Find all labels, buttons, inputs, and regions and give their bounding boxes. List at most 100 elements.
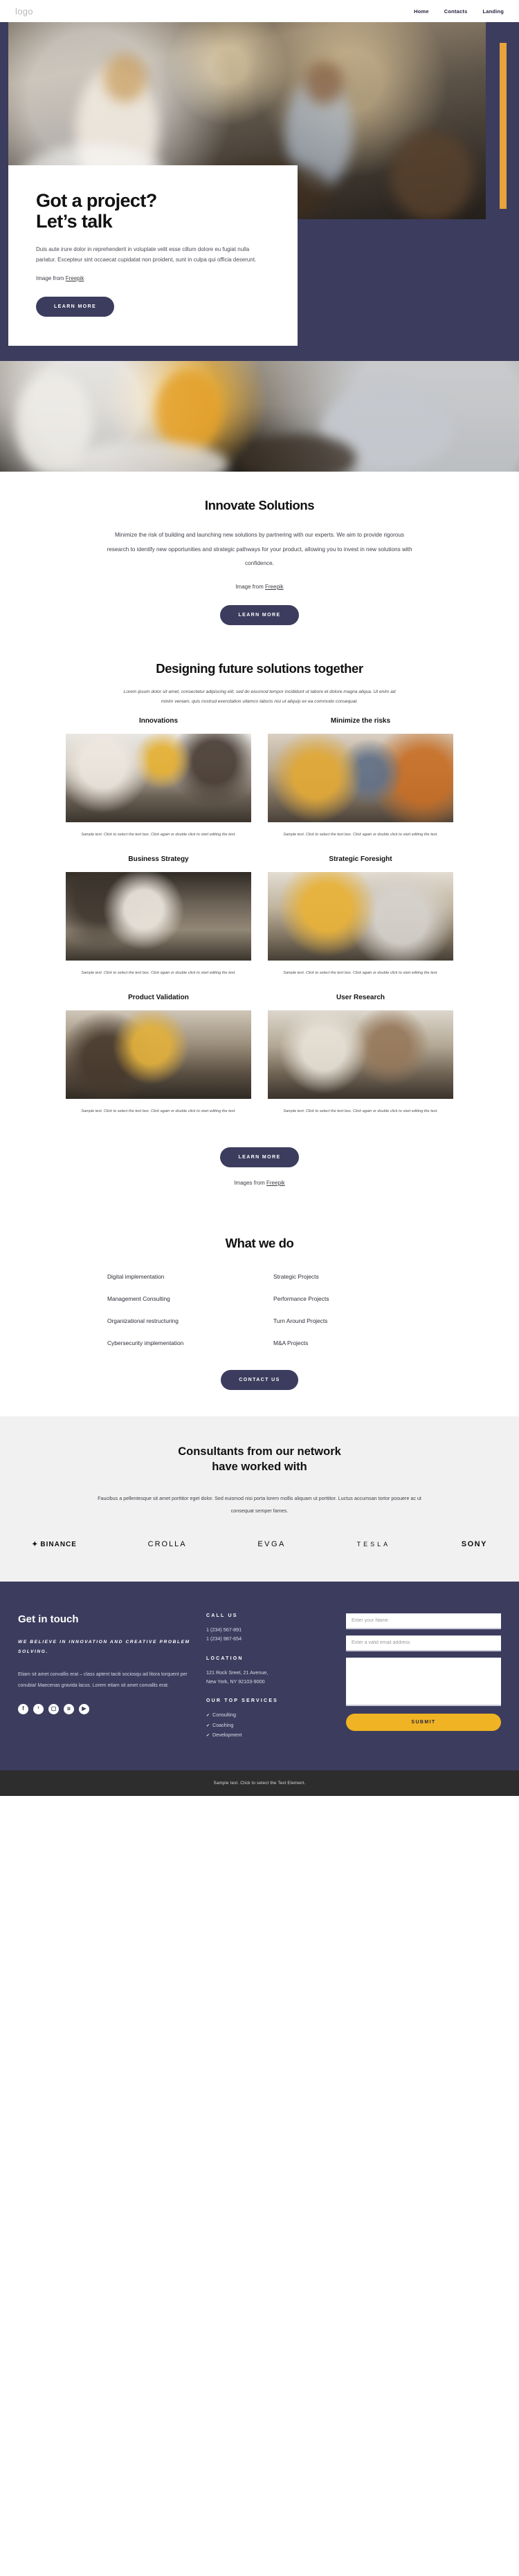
card-title: User Research: [336, 994, 385, 1002]
phone-number-2[interactable]: 1 (234) 987-654: [206, 1634, 331, 1643]
designing-credit-link[interactable]: Freepik: [266, 1180, 285, 1186]
partner-logo-label: BINANCE: [40, 1540, 77, 1548]
service-item[interactable]: Organizational restructuring: [107, 1317, 246, 1324]
card[interactable]: User Research Sample text. Click to sele…: [268, 994, 453, 1115]
twitter-icon[interactable]: ᵗ: [33, 1703, 44, 1714]
card[interactable]: Product Validation Sample text. Click to…: [66, 994, 251, 1115]
vk-icon[interactable]: в: [64, 1703, 74, 1714]
card-caption: Sample text. Click to select the text bo…: [81, 833, 236, 837]
hero-image-shape: [104, 53, 147, 102]
contact-form: SUBMIT: [346, 1613, 501, 1752]
nav-link-home[interactable]: Home: [414, 8, 429, 15]
binance-diamond-icon: ✦: [32, 1540, 39, 1548]
partners-title-line-1: Consultants from our network: [178, 1445, 341, 1458]
innovate-credit-link[interactable]: Freepik: [265, 584, 284, 590]
band-image-shape: [156, 369, 221, 453]
card-title: Minimize the risks: [330, 717, 391, 725]
service-item[interactable]: Turn Around Projects: [273, 1317, 412, 1324]
service-item[interactable]: Digital implementation: [107, 1273, 246, 1280]
footer-services-block: OUR TOP SERVICES Consulting Coaching Dev…: [206, 1698, 331, 1740]
facebook-icon[interactable]: f: [18, 1703, 28, 1714]
instagram-icon[interactable]: ▢: [48, 1703, 59, 1714]
hero-title-line-2: Let’s talk: [36, 211, 113, 232]
card[interactable]: Innovations Sample text. Click to select…: [66, 717, 251, 839]
footer-title: Get in touch: [18, 1613, 79, 1626]
submit-button[interactable]: SUBMIT: [346, 1714, 501, 1732]
address-line-2: New York, NY 92103-9000: [206, 1678, 265, 1685]
card-image: [66, 872, 251, 961]
footer-text: Etiam sit amet convallis erat – class ap…: [18, 1671, 188, 1688]
what-we-do-title: What we do: [225, 1235, 294, 1250]
card-caption: Sample text. Click to select the text bo…: [81, 1109, 236, 1114]
contact-us-button[interactable]: CONTACT US: [221, 1369, 298, 1390]
what-we-do-section: What we do Digital implementation Strate…: [0, 1212, 519, 1416]
footer-service-item[interactable]: Coaching: [206, 1721, 331, 1730]
innovate-learn-more-button[interactable]: LEARN MORE: [220, 604, 299, 625]
site-footer: Get in touch WE BELIEVE IN INNOVATION AN…: [0, 1582, 519, 1771]
social-links: f ᵗ ▢ в ▶: [18, 1703, 191, 1714]
hero-credit-link[interactable]: Freepik: [66, 275, 84, 281]
card-image: [268, 872, 453, 961]
card-caption: Sample text. Click to select the text bo…: [283, 833, 438, 837]
footer-service-item[interactable]: Consulting: [206, 1710, 331, 1720]
youtube-icon[interactable]: ▶: [79, 1703, 89, 1714]
partner-logo-label: SONY: [461, 1540, 487, 1549]
service-item[interactable]: Cybersecurity implementation: [107, 1340, 246, 1346]
name-input[interactable]: [346, 1613, 501, 1630]
location-heading: LOCATION: [206, 1656, 244, 1661]
hero-credit-prefix: Image from: [36, 275, 66, 282]
card[interactable]: Minimize the risks Sample text. Click to…: [268, 717, 453, 839]
footer-service-item[interactable]: Development: [206, 1730, 331, 1740]
hero-learn-more-button[interactable]: LEARN MORE: [36, 297, 115, 317]
card-title: Strategic Foresight: [329, 855, 392, 864]
card-image: [66, 1010, 251, 1100]
service-item[interactable]: Strategic Projects: [273, 1273, 412, 1280]
designing-credit-prefix: Images from: [234, 1179, 266, 1186]
partner-logo-label: TESLA: [356, 1541, 391, 1548]
card-image: [268, 1010, 453, 1100]
partners-title-line-2: have worked with: [212, 1461, 307, 1474]
innovate-paragraph: Minimize the risk of building and launch…: [107, 532, 412, 567]
phone-number-1[interactable]: 1 (234) 567-891: [206, 1625, 331, 1634]
feature-band-image: [0, 361, 519, 472]
hero-image-credit: Image from Freepik: [36, 275, 270, 281]
hero-title: Got a project? Let’s talk: [36, 190, 270, 232]
card[interactable]: Strategic Foresight Sample text. Click t…: [268, 855, 453, 977]
card-title: Business Strategy: [128, 855, 189, 864]
card-title: Innovations: [138, 717, 179, 725]
address-line-1: 121 Rock Sreet, 21 Avenue,: [206, 1669, 268, 1676]
hero-paragraph: Duis aute irure dolor in reprehenderit i…: [36, 246, 257, 263]
footer-slogan: WE BELIEVE IN INNOVATION AND CREATIVE PR…: [18, 1640, 190, 1654]
designing-learn-more-button[interactable]: LEARN MORE: [220, 1147, 299, 1167]
partner-logo-tesla: TESLA: [357, 1541, 391, 1548]
innovate-title: Innovate Solutions: [204, 498, 315, 513]
site-header: logo Home Contacts Landing: [0, 0, 519, 22]
innovate-image-credit: Image from Freepik: [28, 584, 491, 590]
partner-logo-sony: SONY: [462, 1540, 487, 1548]
service-item[interactable]: Performance Projects: [273, 1295, 412, 1302]
card-image: [66, 734, 251, 823]
card[interactable]: Business Strategy Sample text. Click to …: [66, 855, 251, 977]
partner-logo-evga: EVGA: [257, 1540, 286, 1548]
nav-link-landing[interactable]: Landing: [482, 8, 504, 15]
footer-contact-column: CALL US 1 (234) 567-891 1 (234) 987-654 …: [206, 1613, 331, 1752]
footer-location-block: LOCATION 121 Rock Sreet, 21 Avenue, New …: [206, 1656, 331, 1687]
email-input[interactable]: [346, 1636, 501, 1652]
site-logo[interactable]: logo: [15, 6, 33, 17]
designing-title: Designing future solutions together: [156, 660, 363, 676]
footer-services-list: Consulting Coaching Development: [206, 1710, 331, 1740]
hero-title-line-1: Got a project?: [36, 190, 157, 211]
nav-link-contacts[interactable]: Contacts: [444, 8, 468, 15]
partner-logo-binance: ✦ BINANCE: [32, 1541, 77, 1548]
service-item[interactable]: Management Consulting: [107, 1295, 246, 1302]
message-textarea[interactable]: [346, 1658, 501, 1707]
footer-call-us-block: CALL US 1 (234) 567-891 1 (234) 987-654: [206, 1613, 331, 1644]
partners-section: Consultants from our network have worked…: [0, 1416, 519, 1582]
services-list: Digital implementation Strategic Project…: [107, 1273, 412, 1346]
hero-section: Got a project? Let’s talk Duis aute irur…: [0, 22, 519, 362]
hero-image-shape: [304, 62, 343, 104]
card-caption: Sample text. Click to select the text bo…: [81, 971, 236, 976]
service-item[interactable]: M&A Projects: [273, 1340, 412, 1346]
hero-accent-bar: [500, 43, 507, 209]
partner-logo-label: CROLLA: [147, 1540, 187, 1549]
